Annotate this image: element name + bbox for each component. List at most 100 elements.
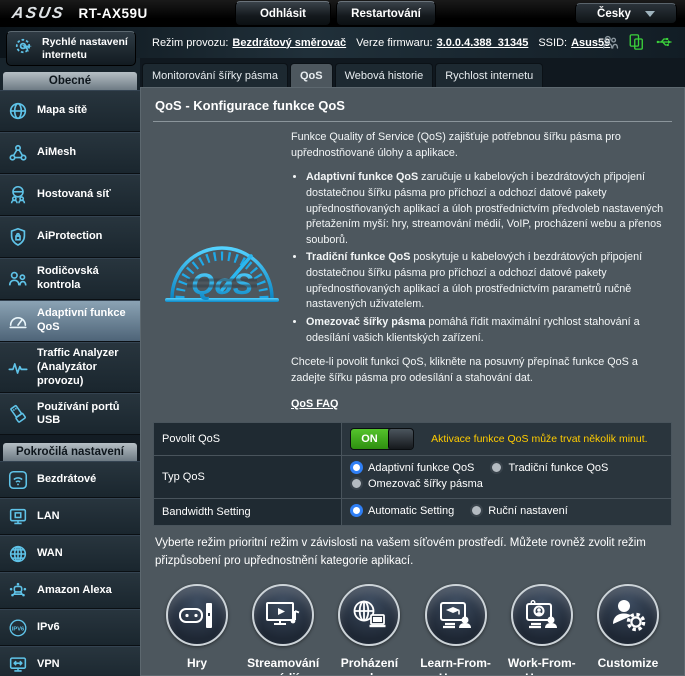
mode-web-surfing: Proházení webu: [326, 584, 412, 676]
usb-status-icon[interactable]: [655, 33, 675, 54]
radio-icon: [350, 504, 363, 517]
mode-label: Proházení webu: [326, 656, 412, 676]
sidebar-item-parental-controls[interactable]: Rodičovská kontrola: [0, 258, 140, 300]
alexa-icon: [5, 580, 31, 602]
radio-automatic-setting[interactable]: Automatic Setting: [350, 504, 454, 517]
sidebar-item-traffic-analyzer[interactable]: Traffic Analyzer (Analyzátor provozu): [0, 342, 140, 393]
sidebar-item-guest-network[interactable]: Hostovaná síť: [0, 174, 140, 216]
radio-label: Tradiční funkce QoS: [508, 462, 608, 474]
sidebar-item-wireless[interactable]: Bezdrátové: [0, 461, 140, 498]
qos-type-label: Typ QoS: [154, 456, 342, 499]
mode-label: Work-From-Home: [499, 656, 585, 676]
qos-description: QoS Funkce Quality of Service (QoS) zaji…: [153, 130, 672, 422]
sidebar-item-label: Adaptivní funkce QoS: [37, 307, 135, 335]
sidebar-item-aimesh[interactable]: AiMesh: [0, 132, 140, 174]
reboot-button[interactable]: Restartování: [336, 1, 436, 26]
devices-icon[interactable]: [628, 33, 646, 54]
table-row: Bandwidth Setting Automatic Setting Ručn…: [154, 499, 672, 526]
operation-mode-link[interactable]: Bezdrátový směrovač: [232, 37, 346, 49]
tab-internet-speed[interactable]: Rychlost internetu: [435, 63, 543, 87]
sidebar-item-wan[interactable]: WAN: [0, 535, 140, 572]
sidebar-item-lan[interactable]: LAN: [0, 498, 140, 535]
mode-media-streaming: Streamování médií: [240, 584, 326, 676]
priority-modes: Hry Str: [153, 584, 672, 676]
language-select[interactable]: Česky: [575, 3, 677, 24]
radio-adaptive-qos[interactable]: Adaptivní funkce QoS: [350, 461, 474, 474]
enable-instructions: Chcete-li povolit funkci QoS, klikněte n…: [291, 355, 672, 386]
quick-setup-label: Rychlé nastavení internetu: [42, 36, 130, 61]
radio-label: Automatic Setting: [368, 505, 454, 517]
sidebar-item-label: LAN: [37, 510, 60, 524]
tab-web-history[interactable]: Webová historie: [335, 63, 434, 87]
top-bar: ASUS RT-AX59U Odhlásit Restartování Česk…: [0, 0, 685, 27]
priority-mode-hint: Vyberte režim prioritní režim v závislos…: [155, 535, 670, 570]
mode-customize: Customize: [585, 584, 671, 676]
intro-text: Funkce Quality of Service (QoS) zajišťuj…: [291, 130, 672, 161]
toggle-knob: [388, 429, 413, 449]
mode-games: Hry: [154, 584, 240, 676]
radio-bandwidth-limiter[interactable]: Omezovač šířky pásma: [350, 477, 483, 490]
qos-faq-link[interactable]: QoS FAQ: [291, 397, 338, 413]
bullet-traditional-qos: Tradiční funkce QoS poskytuje u kabelový…: [306, 250, 672, 313]
games-icon[interactable]: [166, 584, 228, 646]
quick-internet-setup-button[interactable]: Rychlé nastavení internetu: [6, 31, 136, 66]
tab-bar: Monitorování šířky pásma QoS Webová hist…: [142, 63, 685, 87]
media-streaming-icon[interactable]: [252, 584, 314, 646]
enable-qos-label: Povolit QoS: [154, 423, 342, 456]
qos-settings-table: Povolit QoS ON Aktivace funkce QoS může …: [153, 422, 672, 526]
radio-manual-setting[interactable]: Ruční nastavení: [470, 504, 568, 517]
table-row: Typ QoS Adaptivní funkce QoS Tradiční fu…: [154, 456, 672, 499]
sidebar-item-label: Amazon Alexa: [37, 584, 112, 598]
customize-icon[interactable]: [597, 584, 659, 646]
sidebar-item-label: WAN: [37, 547, 63, 561]
traffic-analyzer-icon: [5, 357, 31, 379]
logout-button[interactable]: Odhlásit: [235, 1, 331, 26]
radio-icon: [490, 461, 503, 474]
work-from-home-icon[interactable]: [511, 584, 573, 646]
sidebar-item-label: VPN: [37, 658, 60, 672]
mode-work-from-home: Work-From-Home: [499, 584, 585, 676]
qos-toggle[interactable]: ON: [350, 428, 414, 450]
sidebar-item-amazon-alexa[interactable]: Amazon Alexa: [0, 572, 140, 609]
vpn-icon: [5, 654, 31, 676]
svg-text:IPV6: IPV6: [12, 626, 24, 632]
ipv6-icon: IPV6: [5, 617, 31, 639]
table-row: Povolit QoS ON Aktivace funkce QoS může …: [154, 423, 672, 456]
network-map-icon: [5, 100, 31, 122]
language-label: Česky: [597, 8, 631, 20]
operation-mode-label: Režim provozu:: [152, 37, 228, 49]
qos-panel: QoS - Konfigurace funkce QoS: [140, 87, 685, 676]
sidebar-item-network-map[interactable]: Mapa sítě: [0, 90, 140, 132]
chevron-down-icon: [645, 11, 655, 17]
sidebar-item-label: Bezdrátové: [37, 473, 96, 487]
mode-learn-from-home: Learn-From-Home: [413, 584, 499, 676]
radio-icon: [350, 461, 363, 474]
toggle-on-label: ON: [351, 429, 388, 449]
radio-label: Ruční nastavení: [488, 505, 568, 517]
sidebar-item-adaptive-qos[interactable]: Adaptivní funkce QoS: [0, 300, 140, 342]
radio-traditional-qos[interactable]: Tradiční funkce QoS: [490, 461, 608, 474]
tab-bandwidth-monitor[interactable]: Monitorování šířky pásma: [142, 63, 288, 87]
sidebar-item-aiprotection[interactable]: AiProtection: [0, 216, 140, 258]
wan-icon: [5, 543, 31, 565]
sidebar-item-label: Rodičovská kontrola: [37, 265, 135, 293]
sidebar-item-label: Hostovaná síť: [37, 188, 111, 202]
learn-from-home-icon[interactable]: [425, 584, 487, 646]
sidebar-item-label: Mapa sítě: [37, 104, 87, 118]
mode-label: Customize: [585, 656, 671, 671]
sidebar-item-label: AiMesh: [37, 146, 76, 160]
web-surfing-icon[interactable]: [338, 584, 400, 646]
clients-icon[interactable]: [601, 33, 619, 54]
tab-qos[interactable]: QoS: [290, 63, 333, 87]
sidebar-item-ipv6[interactable]: IPV6 IPv6: [0, 609, 140, 646]
firmware-version-link[interactable]: 3.0.0.4.388_31345: [437, 37, 529, 49]
sidebar-item-usb-application[interactable]: Používání portů USB: [0, 393, 140, 435]
router-admin-page: ASUS RT-AX59U Odhlásit Restartování Česk…: [0, 0, 685, 676]
sidebar-item-vpn[interactable]: VPN: [0, 646, 140, 676]
radio-label: Omezovač šířky pásma: [368, 478, 483, 490]
sidebar-item-label: Používání portů USB: [37, 401, 135, 429]
sidebar-section-general: Obecné: [3, 72, 137, 90]
radio-icon: [350, 477, 363, 490]
mode-label: Learn-From-Home: [413, 656, 499, 676]
sidebar-item-label: IPv6: [37, 621, 60, 635]
